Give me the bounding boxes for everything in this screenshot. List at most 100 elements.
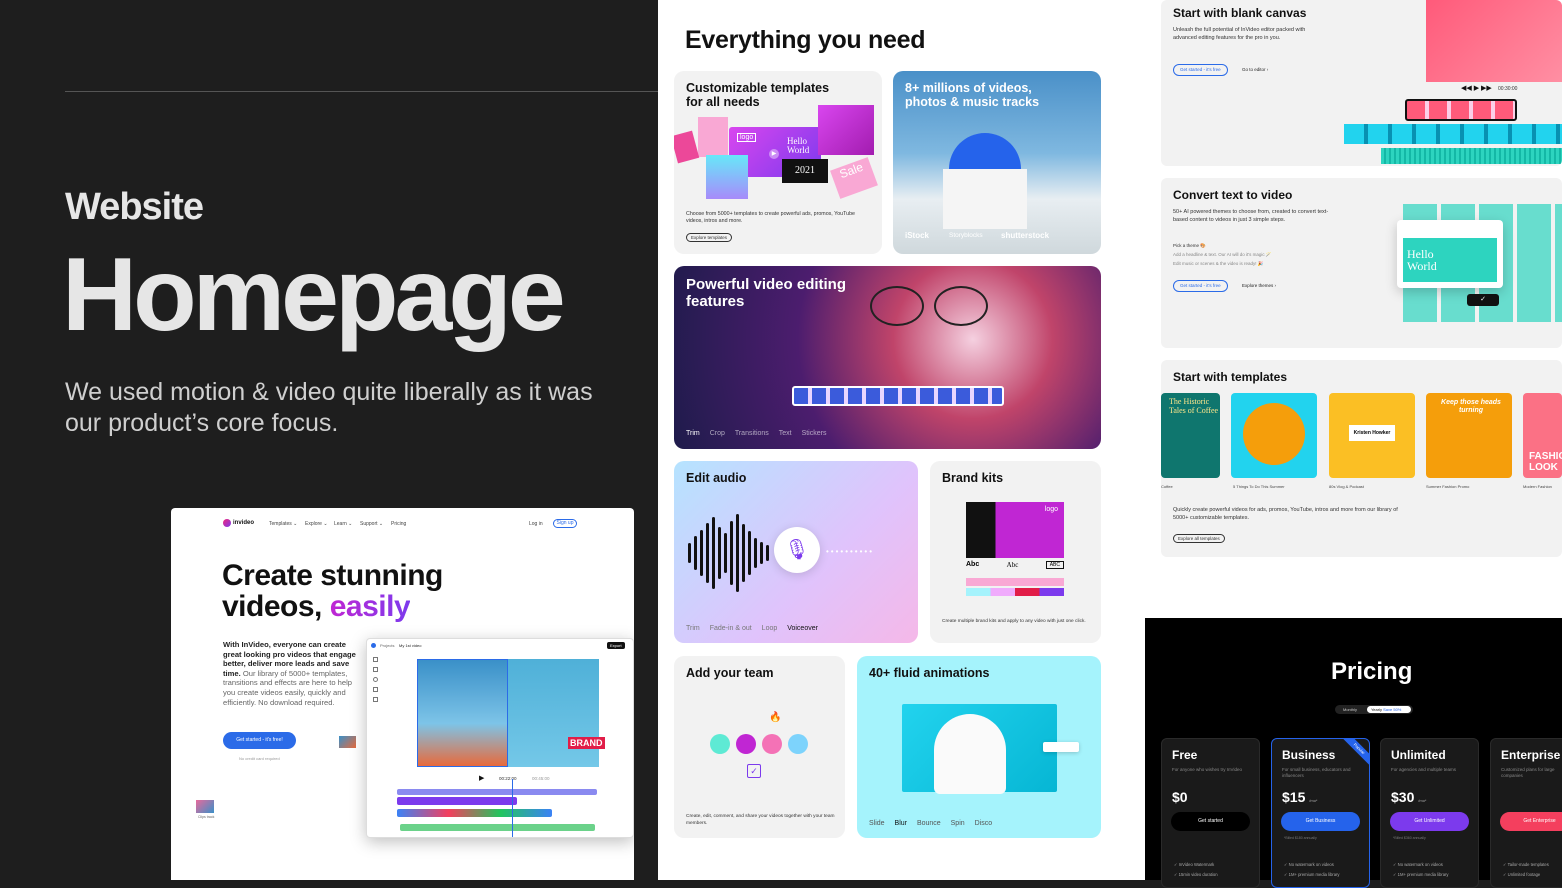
blank-video-track[interactable] bbox=[1344, 124, 1562, 144]
signup-button[interactable]: Sign up bbox=[553, 519, 577, 528]
anim-tab-slide[interactable]: Slide bbox=[869, 820, 885, 827]
export-button[interactable]: Export bbox=[607, 642, 625, 649]
blank-filmstrip[interactable] bbox=[1405, 99, 1517, 121]
avatar-3[interactable] bbox=[762, 734, 782, 754]
font-serif[interactable]: Abc bbox=[1007, 561, 1019, 569]
timeline-track-1[interactable] bbox=[397, 789, 597, 795]
editor-canvas[interactable]: BRAND bbox=[417, 659, 605, 767]
blur-slider[interactable] bbox=[1043, 742, 1079, 752]
avatar-1[interactable] bbox=[710, 734, 730, 754]
audio-tab-fade[interactable]: Fade-in & out bbox=[710, 625, 752, 632]
tab-text[interactable]: Text bbox=[779, 430, 792, 437]
timeline-track-3[interactable] bbox=[397, 809, 552, 817]
anim-tab-disco[interactable]: Disco bbox=[975, 820, 993, 827]
playhead[interactable] bbox=[512, 779, 513, 837]
font-sans[interactable]: Abc bbox=[966, 561, 979, 569]
brand-color-strip-2[interactable] bbox=[966, 588, 1064, 596]
tab-crop[interactable]: Crop bbox=[710, 430, 725, 437]
audio-tab-voiceover[interactable]: Voiceover bbox=[787, 625, 818, 632]
text-desc: 50+ AI powered themes to choose from, cr… bbox=[1173, 209, 1329, 223]
tab-transitions[interactable]: Transitions bbox=[735, 430, 769, 437]
template-vlog[interactable]: Kristen Howker bbox=[1329, 393, 1415, 478]
toggle-yearly[interactable]: Yearly Save 50% bbox=[1367, 706, 1411, 713]
avatar-2[interactable] bbox=[736, 734, 756, 754]
tool-sticker-icon[interactable] bbox=[373, 697, 378, 702]
anim-tab-spin[interactable]: Spin bbox=[951, 820, 965, 827]
tool-media-icon[interactable] bbox=[373, 667, 378, 672]
audio-card[interactable]: Edit audio 🎙 •••••••••• Trim Fade-in & o… bbox=[674, 461, 918, 643]
templates-desc: Quickly create powerful videos for ads, … bbox=[1173, 507, 1398, 521]
text-to-video-card[interactable]: Convert text to video 50+ AI powered the… bbox=[1161, 178, 1562, 348]
plan-business-button[interactable]: Get Business bbox=[1281, 812, 1360, 831]
editor-file[interactable]: My 1st video bbox=[399, 643, 421, 648]
anim-tab-blur[interactable]: Blur bbox=[895, 820, 907, 827]
template-modern[interactable]: FASHION LOOK bbox=[1523, 393, 1562, 478]
plan-free-feat1: ✓ InVideo Watermark bbox=[1174, 862, 1215, 867]
tpl-pink-square bbox=[818, 105, 874, 155]
blank-canvas-card[interactable]: Start with blank canvas Unleash the full… bbox=[1161, 0, 1562, 166]
font-caps[interactable]: ABC bbox=[1045, 561, 1064, 569]
text-get-started[interactable]: Get started - it's free bbox=[1173, 280, 1228, 292]
nav-learn[interactable]: Learn ⌄ bbox=[334, 521, 352, 527]
blank-play-icon[interactable]: ◀◀ ▶ ▶▶ bbox=[1461, 84, 1492, 92]
play-icon[interactable]: ▶ bbox=[479, 774, 484, 782]
team-card[interactable]: Add your team 🔥 ✓ Create, edit, comment,… bbox=[674, 656, 845, 838]
animations-card[interactable]: 40+ fluid animations Slide Blur Bounce S… bbox=[857, 656, 1101, 838]
template-fashion[interactable]: Keep those heads turning bbox=[1426, 393, 1512, 478]
tool-shape-icon[interactable] bbox=[373, 677, 378, 682]
clip-label: Clips track bbox=[198, 815, 215, 819]
plan-business[interactable]: Popular Business For small business, edu… bbox=[1271, 738, 1370, 888]
billing-toggle[interactable]: Monthly Yearly Save 50% bbox=[1335, 705, 1413, 714]
caption-fashion: Summer Fashion Promo bbox=[1426, 484, 1470, 489]
invideo-logo-icon[interactable] bbox=[223, 519, 231, 527]
plan-enterprise[interactable]: Enterprise Customized plans for large co… bbox=[1490, 738, 1562, 888]
plan-unlimited[interactable]: Unlimited For agencies and multiple team… bbox=[1380, 738, 1479, 888]
plan-free-feat2: ✓ 15min video duration bbox=[1174, 872, 1218, 877]
theme-confirm-check-icon[interactable]: ✓ bbox=[1467, 294, 1499, 306]
stock-card[interactable]: 8+ millions of videos, photos & music tr… bbox=[893, 71, 1101, 254]
anim-tab-bounce[interactable]: Bounce bbox=[917, 820, 941, 827]
blank-get-started[interactable]: Get started - it's free bbox=[1173, 64, 1228, 76]
tab-trim[interactable]: Trim bbox=[686, 430, 700, 437]
blank-audio-track[interactable] bbox=[1381, 148, 1562, 164]
timeline-track-audio[interactable] bbox=[400, 824, 595, 831]
brand-kits-card[interactable]: Brand kits logo Abc Abc ABC Create multi… bbox=[930, 461, 1101, 643]
canvas-clip-left[interactable] bbox=[417, 659, 508, 767]
brand-name[interactable]: invideo bbox=[233, 520, 254, 526]
toggle-monthly[interactable]: Monthly bbox=[1343, 707, 1357, 712]
audio-tab-loop[interactable]: Loop bbox=[762, 625, 778, 632]
plan-free-button[interactable]: Get started bbox=[1171, 812, 1250, 831]
nav-templates[interactable]: Templates ⌄ bbox=[269, 521, 297, 527]
editing-card[interactable]: Powerful video editing features Trim Cro… bbox=[674, 266, 1101, 449]
brand-card-title: Brand kits bbox=[942, 471, 1004, 485]
explore-templates-button[interactable]: Explore templates bbox=[686, 233, 733, 242]
check-icon[interactable]: ✓ bbox=[747, 764, 761, 778]
plan-free[interactable]: Free For anyone who wishes try InVideo $… bbox=[1161, 738, 1260, 888]
plan-unlimited-button[interactable]: Get Unlimited bbox=[1390, 812, 1469, 831]
plan-enterprise-button[interactable]: Get Enterprise bbox=[1500, 812, 1562, 831]
nav-pricing[interactable]: Pricing bbox=[391, 521, 406, 527]
templates-title: Start with templates bbox=[1173, 370, 1288, 384]
nav-explore[interactable]: Explore ⌄ bbox=[305, 521, 328, 527]
get-started-button[interactable]: Get started - it's free! bbox=[223, 732, 296, 749]
template-coffee[interactable]: The Historic Tales of Coffee bbox=[1161, 393, 1220, 478]
go-to-editor-link[interactable]: Go to editor › bbox=[1242, 67, 1268, 72]
editor-project[interactable]: Projects bbox=[380, 643, 394, 648]
tool-add-icon[interactable] bbox=[373, 657, 378, 662]
explore-all-templates-button[interactable]: Explore all templates bbox=[1173, 534, 1225, 543]
template-summer[interactable] bbox=[1231, 393, 1317, 478]
avatar-4[interactable] bbox=[788, 734, 808, 754]
tab-stickers[interactable]: Stickers bbox=[802, 430, 827, 437]
canvas-clip-right: BRAND bbox=[508, 659, 605, 767]
tool-text-icon[interactable] bbox=[373, 687, 378, 692]
templates-card[interactable]: Customizable templates for all needs log… bbox=[674, 71, 882, 254]
explore-themes-link[interactable]: Explore themes › bbox=[1242, 283, 1276, 288]
blank-time: 00:30:00 bbox=[1498, 86, 1518, 92]
brand-color-strip-1[interactable] bbox=[966, 578, 1064, 586]
audio-tab-trim[interactable]: Trim bbox=[686, 625, 700, 632]
nav-support[interactable]: Support ⌄ bbox=[360, 521, 383, 527]
trim-filmstrip[interactable] bbox=[792, 386, 1004, 406]
timeline-track-2[interactable] bbox=[397, 797, 517, 805]
microphone-icon[interactable]: 🎙 bbox=[774, 527, 820, 573]
nav-login[interactable]: Log in bbox=[529, 521, 543, 527]
